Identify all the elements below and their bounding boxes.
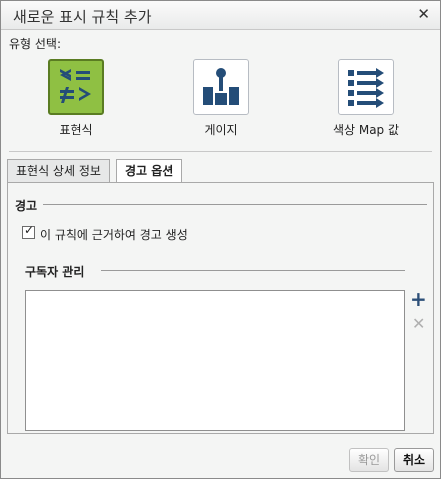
tab-alert-options[interactable]: 경고 옵션 bbox=[116, 159, 183, 183]
type-option-label: 게이지 bbox=[204, 123, 238, 137]
type-select-label: 유형 선택: bbox=[9, 37, 62, 51]
group-divider bbox=[43, 204, 427, 205]
add-display-rule-dialog: 새로운 표시 규칙 추가 ✕ 유형 선택: 표현식 게이지 색상 Map 값 표… bbox=[0, 0, 441, 479]
generate-alert-label: 이 규칙에 근거하여 경고 생성 bbox=[40, 228, 188, 242]
close-icon[interactable]: ✕ bbox=[417, 5, 430, 23]
generate-alert-checkbox[interactable]: ✓ bbox=[22, 223, 35, 239]
type-option-expression[interactable]: 표현식 bbox=[21, 59, 131, 138]
type-option-color-map[interactable]: 색상 Map 값 bbox=[311, 59, 421, 138]
color-map-icon[interactable] bbox=[338, 59, 394, 115]
ok-button[interactable]: 확인 bbox=[349, 448, 389, 472]
gauge-icon[interactable] bbox=[193, 59, 249, 115]
title-bar: 새로운 표시 규칙 추가 ✕ bbox=[1, 1, 440, 30]
dialog-title: 새로운 표시 규칙 추가 bbox=[13, 8, 152, 26]
type-option-label: 표현식 bbox=[59, 123, 93, 137]
tab-expression-details[interactable]: 표현식 상세 정보 bbox=[7, 159, 110, 182]
subscribers-group-title: 구독자 관리 bbox=[25, 265, 85, 279]
cancel-button[interactable]: 취소 bbox=[394, 448, 434, 472]
plus-icon[interactable]: + bbox=[410, 287, 427, 311]
alert-group-title: 경고 bbox=[15, 199, 38, 213]
expression-icon[interactable] bbox=[48, 59, 104, 115]
x-icon[interactable]: ✕ bbox=[412, 314, 425, 333]
type-option-label: 색상 Map 값 bbox=[332, 123, 400, 137]
subscriber-list[interactable] bbox=[25, 290, 405, 431]
group-divider bbox=[101, 270, 405, 271]
type-option-gauge[interactable]: 게이지 bbox=[166, 59, 276, 138]
alert-options-panel: 경고 ✓ 이 규칙에 근거하여 경고 생성 구독자 관리 + ✕ bbox=[7, 182, 434, 434]
divider bbox=[9, 151, 432, 152]
check-icon: ✓ bbox=[24, 223, 35, 237]
